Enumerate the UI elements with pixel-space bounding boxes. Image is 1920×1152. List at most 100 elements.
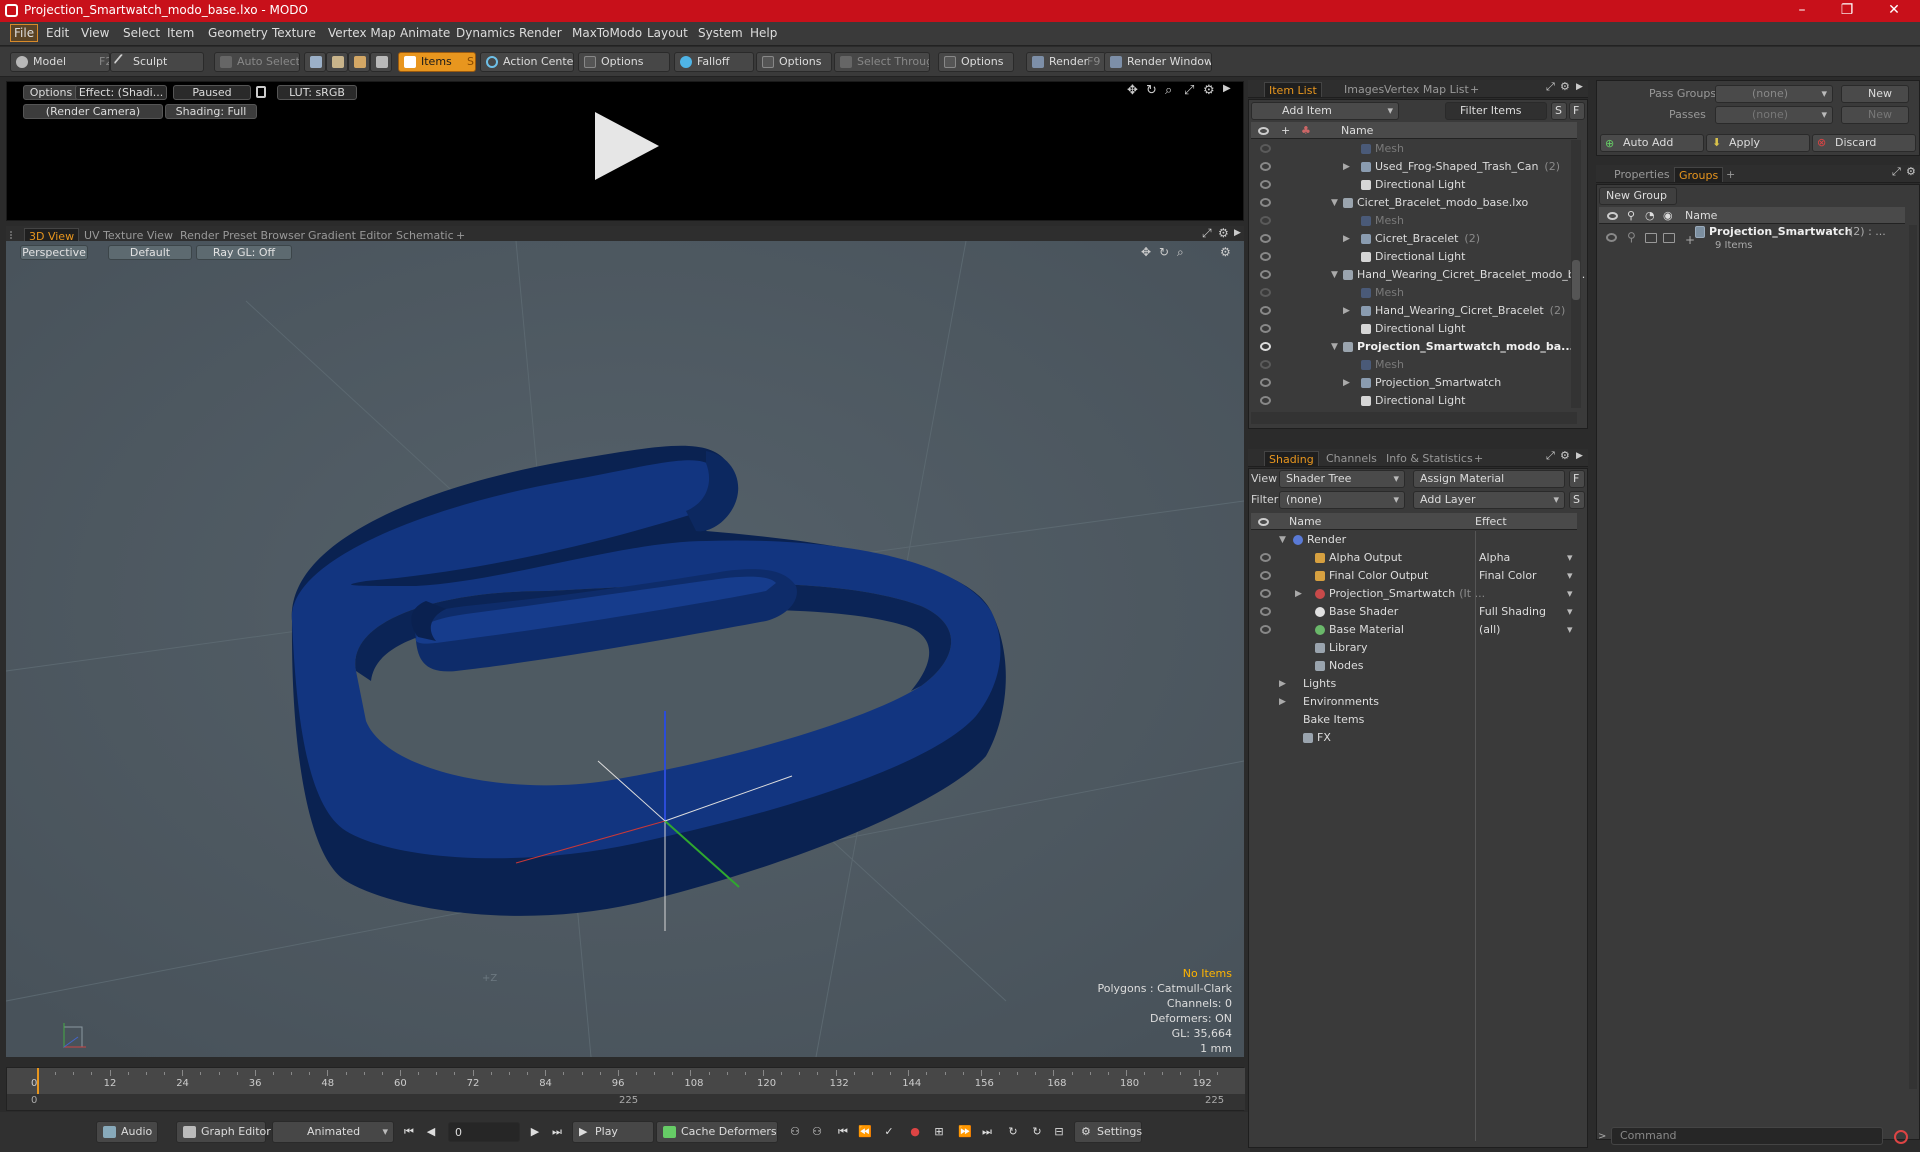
playhead[interactable] bbox=[37, 1068, 39, 1094]
collapse-arrow-icon[interactable]: ▼ bbox=[1331, 266, 1338, 284]
audio-button[interactable]: Audio bbox=[96, 1121, 158, 1143]
shading-s-button[interactable]: S bbox=[1569, 491, 1585, 509]
new-pass-group-button[interactable]: New bbox=[1841, 85, 1909, 103]
items-mode-button[interactable]: Items S bbox=[398, 52, 476, 72]
menu-system[interactable]: System bbox=[698, 26, 743, 40]
visibility-eye-icon[interactable] bbox=[1260, 553, 1271, 562]
item-list-row[interactable]: Mesh bbox=[1251, 212, 1567, 230]
shading-settings-icon[interactable]: ⚙ bbox=[1560, 449, 1570, 462]
shading-maximize-icon[interactable]: ⤢ bbox=[1546, 449, 1555, 463]
filter-f-button[interactable]: F bbox=[1569, 102, 1585, 120]
timeline-ruler[interactable]: 0 12 24 36 48 60 72 84 96 108 120 132 144 156 168 180 19… bbox=[7, 1068, 1357, 1094]
discard-button[interactable]: ⊗ Discard bbox=[1812, 134, 1916, 152]
default-style-dropdown[interactable]: Default bbox=[108, 245, 192, 260]
shader-tree[interactable]: ▼ Render Alpha Output Alpha ▾ Final Color Out… bbox=[1251, 531, 1577, 1141]
paused-toggle[interactable]: Paused bbox=[173, 85, 251, 100]
add-groups-tab-button[interactable]: + bbox=[1722, 167, 1739, 182]
polygons-mode-button[interactable] bbox=[348, 52, 370, 72]
expand-arrow-icon[interactable]: ▶ bbox=[1295, 585, 1302, 603]
minimize-button[interactable]: – bbox=[1782, 2, 1822, 18]
item-list-hscrollbar[interactable] bbox=[1251, 412, 1577, 424]
tab-info-statistics[interactable]: Info & Statistics bbox=[1382, 451, 1477, 466]
groups-scrollbar[interactable] bbox=[1909, 225, 1917, 1089]
add-shading-tab-button[interactable]: + bbox=[1470, 451, 1487, 466]
shading-expand-icon[interactable]: ▶ bbox=[1576, 451, 1583, 461]
play-button[interactable]: ▶ Play bbox=[572, 1121, 654, 1143]
shader-tree-row[interactable]: ▶ Projection_Smartwatch (It ... ▾ bbox=[1251, 585, 1577, 603]
timeline-range-bar[interactable]: 0 225 225 bbox=[7, 1094, 1245, 1110]
tab-groups[interactable]: Groups bbox=[1674, 167, 1724, 182]
effect-dropdown[interactable]: Effect: (Shadi... bbox=[75, 85, 167, 100]
visibility-eye-icon[interactable] bbox=[1260, 180, 1271, 189]
sync-icon[interactable]: ↻ bbox=[1028, 1122, 1046, 1142]
item-list-row[interactable]: ▶ Used_Frog-Shaped_Trash_Can (2) bbox=[1251, 158, 1567, 176]
group-render-icon[interactable]: ⚲ bbox=[1627, 230, 1636, 244]
effect-dropdown[interactable]: Full Shading ▾ bbox=[1479, 603, 1577, 621]
shader-tree-row[interactable]: Base Material (all) ▾ bbox=[1251, 621, 1577, 639]
view-dropdown[interactable]: Shader Tree bbox=[1279, 470, 1405, 488]
menu-view[interactable]: View bbox=[81, 26, 109, 40]
passes-dropdown[interactable]: (none) bbox=[1715, 106, 1833, 124]
tab-properties[interactable]: Properties bbox=[1610, 167, 1674, 182]
item-list-row[interactable]: ▼ Projection_Smartwatch_modo_ba... bbox=[1251, 338, 1574, 356]
expand-arrow-icon[interactable]: ▶ bbox=[1343, 302, 1350, 320]
prev-key-icon[interactable]: ◀ bbox=[422, 1122, 440, 1142]
menu-file[interactable]: File bbox=[10, 24, 39, 42]
item-list-row[interactable]: Directional Light bbox=[1251, 320, 1567, 338]
expand-arrow-icon[interactable]: ▶ bbox=[1279, 675, 1286, 693]
menu-texture[interactable]: Texture bbox=[272, 26, 316, 40]
visibility-eye-icon[interactable] bbox=[1260, 288, 1271, 297]
item-list-maximize-icon[interactable]: ⤢ bbox=[1546, 80, 1555, 94]
visibility-eye-icon[interactable] bbox=[1260, 252, 1271, 261]
visibility-eye-icon[interactable] bbox=[1260, 198, 1271, 207]
tab-item-list[interactable]: Item List bbox=[1264, 82, 1322, 97]
effect-column-header[interactable]: Effect bbox=[1475, 513, 1507, 530]
item-list-tree[interactable]: Mesh ▶ Used_Frog-Shaped_Trash_Can (2) Direct… bbox=[1251, 140, 1585, 408]
key-all-icon[interactable]: ⊞ bbox=[930, 1122, 948, 1142]
menu-edit[interactable]: Edit bbox=[46, 26, 69, 40]
item-list-row[interactable]: Mesh bbox=[1251, 284, 1567, 302]
settings-button[interactable]: ⚙ Settings bbox=[1074, 1121, 1142, 1143]
perspective-dropdown[interactable]: Perspective bbox=[20, 245, 88, 260]
item-list-row[interactable]: Mesh bbox=[1251, 356, 1567, 374]
shading-dropdown[interactable]: Shading: Full bbox=[165, 104, 257, 119]
menu-select[interactable]: Select bbox=[123, 26, 160, 40]
filter-s-button[interactable]: S bbox=[1551, 102, 1567, 120]
goto-start-icon[interactable]: ⏮ bbox=[400, 1122, 418, 1142]
shader-tree-row[interactable]: Final Color Output Final Color ▾ bbox=[1251, 567, 1577, 585]
item-list-row[interactable]: Mesh bbox=[1251, 140, 1567, 158]
previous-key-icon[interactable]: ⏪ bbox=[856, 1122, 874, 1142]
3d-viewport[interactable]: Perspective Default Ray GL: Off ✥ ↻ ⌕ ⚙ … bbox=[6, 241, 1244, 1057]
collapse-arrow-icon[interactable]: ▼ bbox=[1279, 531, 1286, 549]
graph-editor-button[interactable]: Graph Editor bbox=[176, 1121, 271, 1143]
visibility-eye-icon[interactable] bbox=[1260, 396, 1271, 405]
effect-dropdown[interactable]: Alpha ▾ bbox=[1479, 549, 1577, 567]
auto-add-button[interactable]: ⊕ Auto Add bbox=[1600, 134, 1704, 152]
materials-mode-button[interactable] bbox=[370, 52, 392, 72]
effect-dropdown[interactable]: Final Color ▾ bbox=[1479, 567, 1577, 585]
viewport-orbit-icon[interactable]: ↻ bbox=[1159, 245, 1169, 259]
preview-move-icon[interactable]: ✥ bbox=[1127, 83, 1138, 98]
viewport-maximize-icon[interactable]: ⤢ bbox=[1202, 226, 1212, 241]
shader-tree-row[interactable]: ▶ Lights bbox=[1251, 675, 1577, 693]
add-panel-tab-button[interactable]: + bbox=[1466, 82, 1483, 97]
ray-gl-toggle[interactable]: Ray GL: Off bbox=[196, 245, 292, 260]
preview-zoom-icon[interactable]: ⌕ bbox=[1165, 83, 1172, 98]
menu-item[interactable]: Item bbox=[167, 26, 194, 40]
menu-render[interactable]: Render bbox=[519, 26, 562, 40]
add-layer-dropdown[interactable]: Add Layer bbox=[1413, 491, 1565, 509]
effect-dropdown[interactable]: ▾ bbox=[1479, 585, 1577, 603]
item-list-row[interactable]: ▶ Projection_Smartwatch bbox=[1251, 374, 1567, 392]
visibility-eye-icon[interactable] bbox=[1260, 607, 1271, 616]
render-button[interactable]: Render F9 bbox=[1026, 52, 1106, 72]
menu-help[interactable]: Help bbox=[750, 26, 777, 40]
command-history-icon[interactable] bbox=[1894, 1130, 1908, 1144]
new-pass-button[interactable]: New bbox=[1841, 106, 1909, 124]
visibility-eye-icon[interactable] bbox=[1260, 342, 1271, 351]
lut-dropdown[interactable]: LUT: sRGB bbox=[277, 85, 357, 100]
visibility-eye-icon[interactable] bbox=[1260, 378, 1271, 387]
menu-dynamics[interactable]: Dynamics bbox=[456, 26, 515, 40]
tab-vertex-map-list[interactable]: Vertex Map List bbox=[1380, 82, 1473, 97]
expand-arrow-icon[interactable]: ▶ bbox=[1343, 374, 1350, 392]
shader-tree-row[interactable]: ▼ Render bbox=[1251, 531, 1577, 549]
